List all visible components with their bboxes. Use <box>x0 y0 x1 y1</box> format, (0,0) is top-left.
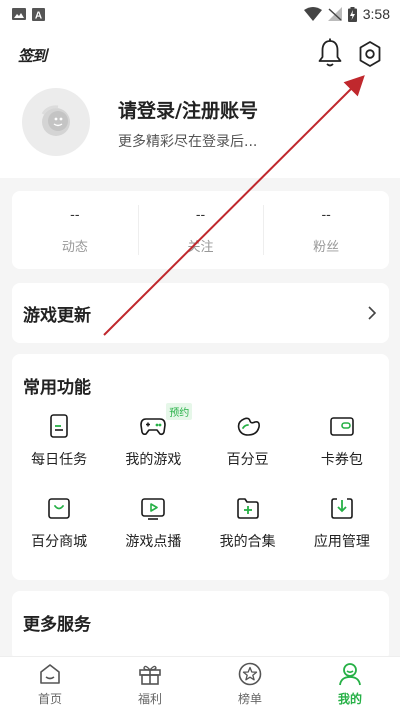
download-manage-icon <box>331 498 353 519</box>
function-label: 百分豆 <box>226 452 269 468</box>
tab-welfare[interactable]: 福利 <box>100 657 200 711</box>
bean-button[interactable]: 百分豆 <box>201 409 295 483</box>
section-title: 常用功能 <box>23 378 91 398</box>
stat-following[interactable]: -- 关注 <box>137 191 264 269</box>
function-label: 每日任务 <box>31 452 88 468</box>
mall-button[interactable]: 百分商城 <box>12 491 106 565</box>
wifi-icon <box>303 7 322 21</box>
app-management-button[interactable]: 应用管理 <box>295 491 389 565</box>
function-label: 我的合集 <box>219 534 276 550</box>
wallet-icon <box>330 417 354 436</box>
profile-header: 签到 请登录/注册账号 更多精彩尽在登录后... <box>0 28 400 178</box>
chevron-right-icon <box>368 306 377 320</box>
function-label: 百分商城 <box>31 534 88 550</box>
function-grid: 每日任务 预约 我的游戏 百分豆 卡券包 百分商城 游戏点播 我的合集 应用管理 <box>12 403 389 565</box>
my-games-button[interactable]: 预约 我的游戏 <box>106 403 200 483</box>
no-signal-icon <box>327 7 342 21</box>
profile-icon <box>339 663 361 686</box>
home-icon <box>40 664 60 684</box>
my-collection-button[interactable]: 我的合集 <box>201 491 295 565</box>
bell-icon[interactable] <box>316 38 344 68</box>
daily-task-button[interactable]: 每日任务 <box>12 409 106 483</box>
tab-label: 首页 <box>37 692 62 706</box>
more-services-card: 更多服务 <box>12 591 389 661</box>
section-title: 更多服务 <box>23 615 91 635</box>
ranking-icon <box>238 662 262 686</box>
stat-value: -- <box>195 205 206 222</box>
game-updates-row[interactable]: 游戏更新 <box>12 283 389 343</box>
battery-charging-icon <box>347 6 357 22</box>
tab-label: 榜单 <box>237 692 262 706</box>
function-label: 游戏点播 <box>125 534 182 550</box>
game-updates-label: 游戏更新 <box>23 305 91 326</box>
status-bar: A 3:58 <box>0 0 400 28</box>
stat-label: 动态 <box>61 239 88 255</box>
bottom-tab-bar: 首页 福利 榜单 我的 <box>0 656 400 711</box>
stat-value: -- <box>70 205 80 222</box>
game-video-button[interactable]: 游戏点播 <box>106 491 200 565</box>
common-functions-card: 常用功能 每日任务 预约 我的游戏 百分豆 卡券包 百分商城 游戏点播 我的合集… <box>12 354 389 580</box>
stat-posts[interactable]: -- 动态 <box>12 191 138 269</box>
mall-icon <box>48 498 70 519</box>
login-prompt[interactable]: 请登录/注册账号 <box>118 96 258 123</box>
stat-followers[interactable]: -- 粉丝 <box>263 191 389 269</box>
tab-mine[interactable]: 我的 <box>300 657 400 711</box>
avatar[interactable] <box>22 88 90 156</box>
daily-task-icon <box>50 414 68 438</box>
gamepad-icon <box>140 418 167 436</box>
collection-icon <box>236 498 259 519</box>
svg-text:A: A <box>35 10 42 21</box>
bean-icon <box>237 417 260 436</box>
stat-value: -- <box>321 205 331 222</box>
tab-label: 我的 <box>337 692 362 706</box>
gift-icon <box>139 665 161 685</box>
image-notification-icon <box>12 8 26 20</box>
login-subtitle: 更多精彩尽在登录后... <box>118 134 258 150</box>
reservation-badge: 预约 <box>166 403 193 420</box>
stat-label: 粉丝 <box>313 239 340 255</box>
function-label: 卡券包 <box>320 452 363 468</box>
coupon-wallet-button[interactable]: 卡券包 <box>295 409 389 483</box>
video-play-icon <box>141 498 166 520</box>
stat-label: 关注 <box>187 239 214 255</box>
checkin-button[interactable]: 签到 <box>18 45 47 66</box>
text-notification-icon: A <box>32 7 45 21</box>
function-label: 应用管理 <box>313 534 370 550</box>
stats-card: -- 动态 -- 关注 -- 粉丝 <box>12 191 389 269</box>
tab-ranking[interactable]: 榜单 <box>200 657 300 711</box>
tab-home[interactable]: 首页 <box>0 657 100 711</box>
tab-label: 福利 <box>137 692 162 706</box>
default-avatar-icon <box>41 105 70 136</box>
status-time: 3:58 <box>362 6 390 22</box>
gear-icon[interactable] <box>356 40 384 68</box>
function-label: 我的游戏 <box>125 452 182 468</box>
